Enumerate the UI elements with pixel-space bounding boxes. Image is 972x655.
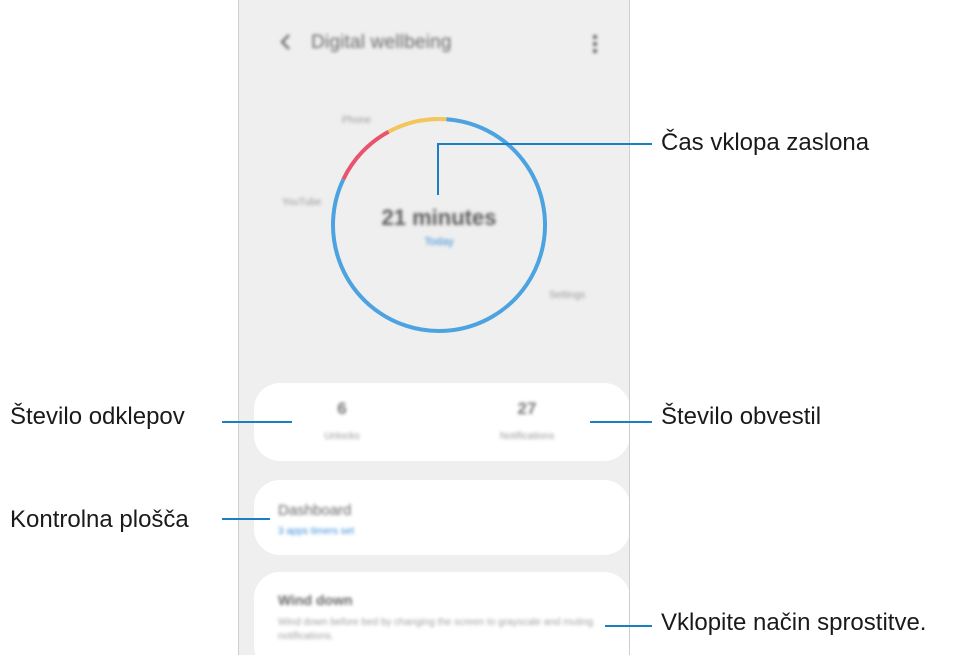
leader-screen-time-h bbox=[438, 143, 652, 145]
notifications-value: 27 bbox=[517, 399, 537, 418]
callout-dashboard: Kontrolna plošča bbox=[10, 506, 189, 533]
leader-dashboard bbox=[222, 518, 270, 520]
dashboard-title: Dashboard bbox=[278, 502, 352, 519]
period-label[interactable]: Today bbox=[399, 236, 479, 248]
wind-down-title: Wind down bbox=[278, 592, 353, 608]
usage-chart[interactable]: Phone YouTube Settings 21 minutes Today bbox=[239, 0, 629, 380]
wind-down-card[interactable]: Wind down Wind down before bed by changi… bbox=[254, 572, 629, 655]
stats-card: 6 Unlocks 27 Notifications bbox=[254, 383, 629, 461]
callout-notifications: Število obvestil bbox=[661, 403, 822, 430]
phone-screen: Digital wellbeing Phone YouTube Settings… bbox=[238, 0, 630, 655]
leader-unlocks bbox=[222, 421, 292, 423]
callout-unlocks: Število odklepov bbox=[10, 403, 185, 430]
leader-wind-down bbox=[605, 625, 652, 627]
unlocks-value: 6 bbox=[337, 399, 347, 418]
unlocks-stat[interactable]: 6 Unlocks bbox=[282, 399, 402, 442]
screen-time-value: 21 minutes bbox=[381, 205, 497, 230]
unlocks-label: Unlocks bbox=[324, 431, 360, 442]
segment-label-settings: Settings bbox=[549, 290, 586, 301]
donut-segment-phone bbox=[387, 117, 447, 134]
usage-donut bbox=[331, 117, 547, 333]
callout-wind-down: Vklopite način sprostitve. bbox=[661, 609, 927, 636]
wind-down-description: Wind down before bed by changing the scr… bbox=[278, 617, 594, 642]
notifications-stat[interactable]: 27 Notifications bbox=[467, 399, 587, 442]
callout-screen-time: Čas vklopa zaslona bbox=[661, 129, 870, 156]
dashboard-card[interactable]: Dashboard 3 apps timers set bbox=[254, 480, 629, 555]
leader-notifications bbox=[590, 421, 652, 423]
segment-label-youtube: YouTube bbox=[282, 197, 322, 208]
donut-segment-youtube bbox=[341, 129, 390, 181]
leader-screen-time-v bbox=[437, 143, 439, 195]
notifications-label: Notifications bbox=[499, 431, 555, 442]
segment-label-phone: Phone bbox=[342, 115, 371, 126]
dashboard-subtitle: 3 apps timers set bbox=[278, 526, 355, 537]
